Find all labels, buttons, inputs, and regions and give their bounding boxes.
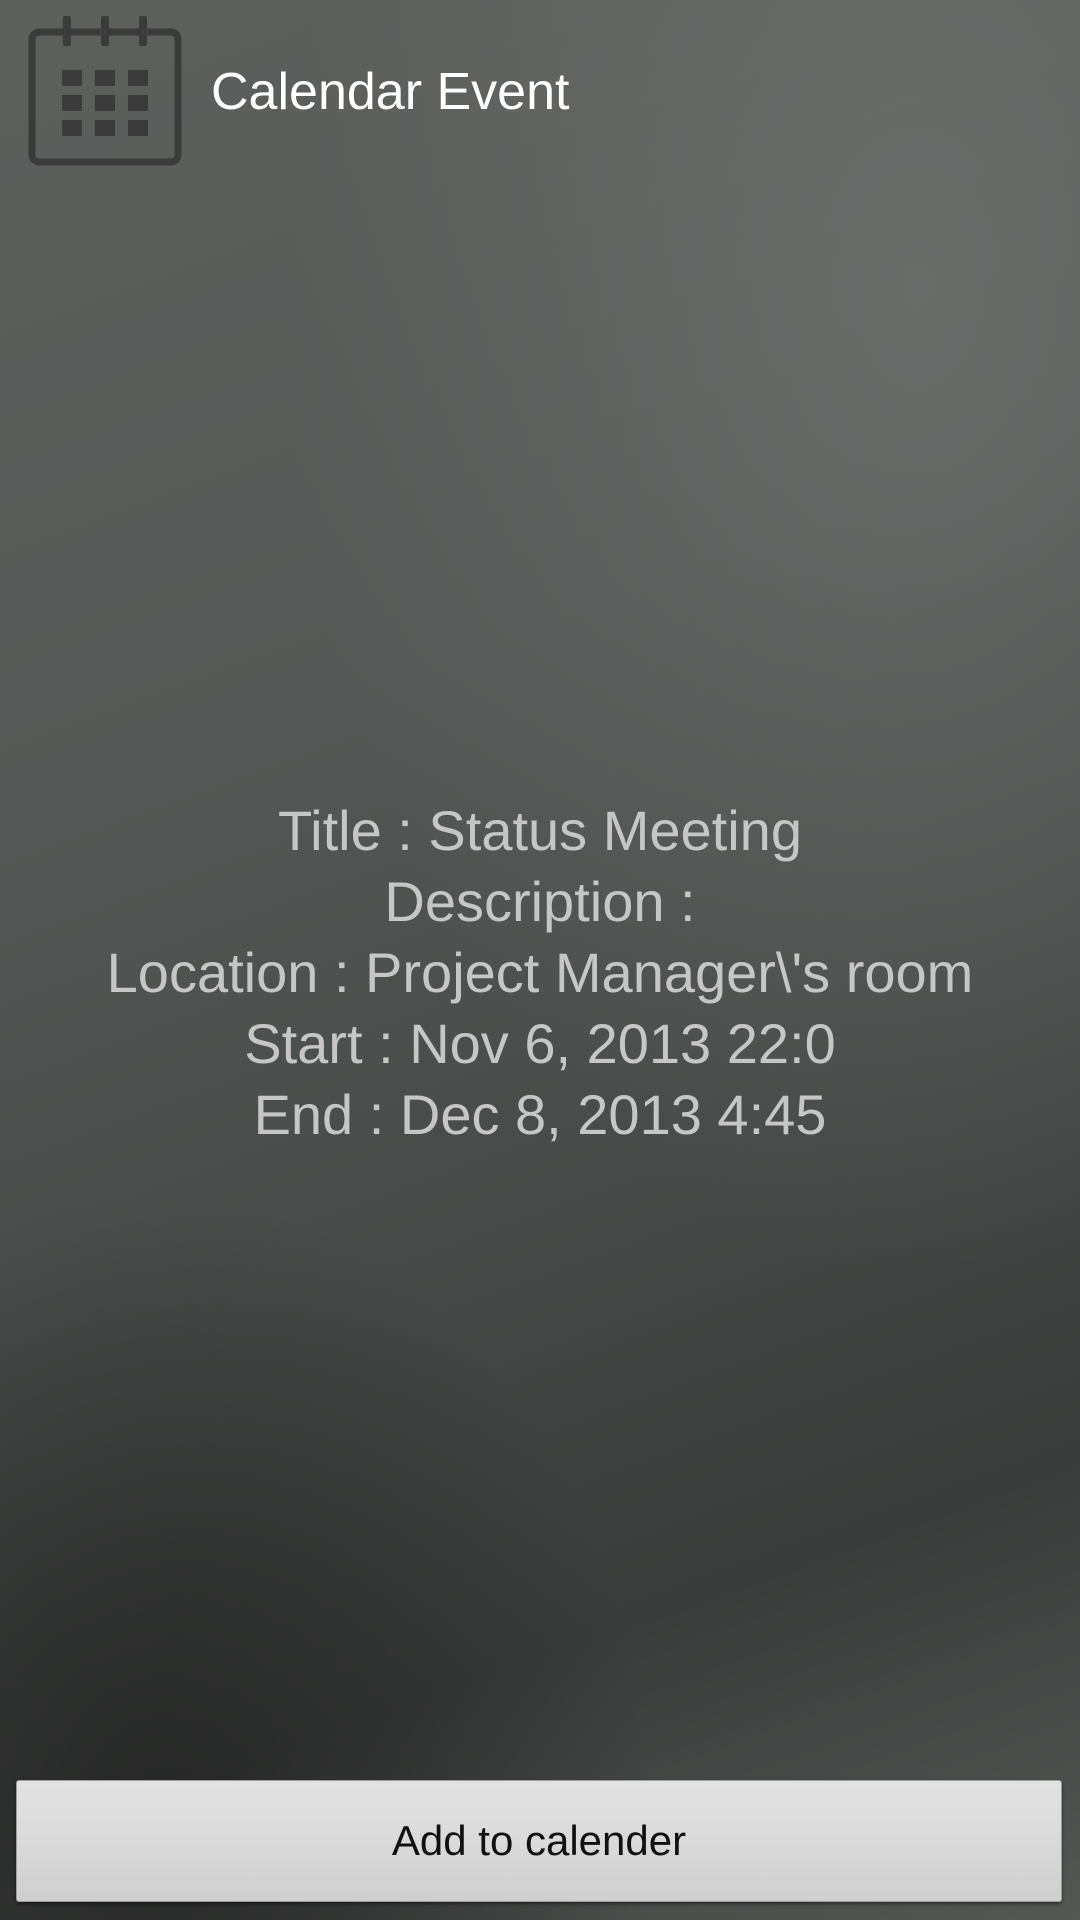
app-header: Calendar Event [0,0,1080,185]
calendar-icon [28,16,182,166]
event-description: Description : [384,870,696,933]
event-title: Title : Status Meeting [278,799,802,862]
event-end: End : Dec 8, 2013 4:45 [253,1083,827,1146]
event-details: Title : Status Meeting Description : Loc… [0,795,1080,1150]
page-title: Calendar Event [211,63,570,121]
event-start: Start : Nov 6, 2013 22:0 [244,1012,836,1075]
add-to-calendar-button[interactable]: Add to calender [16,1780,1062,1902]
event-location: Location : Project Manager\'s room [106,941,974,1004]
